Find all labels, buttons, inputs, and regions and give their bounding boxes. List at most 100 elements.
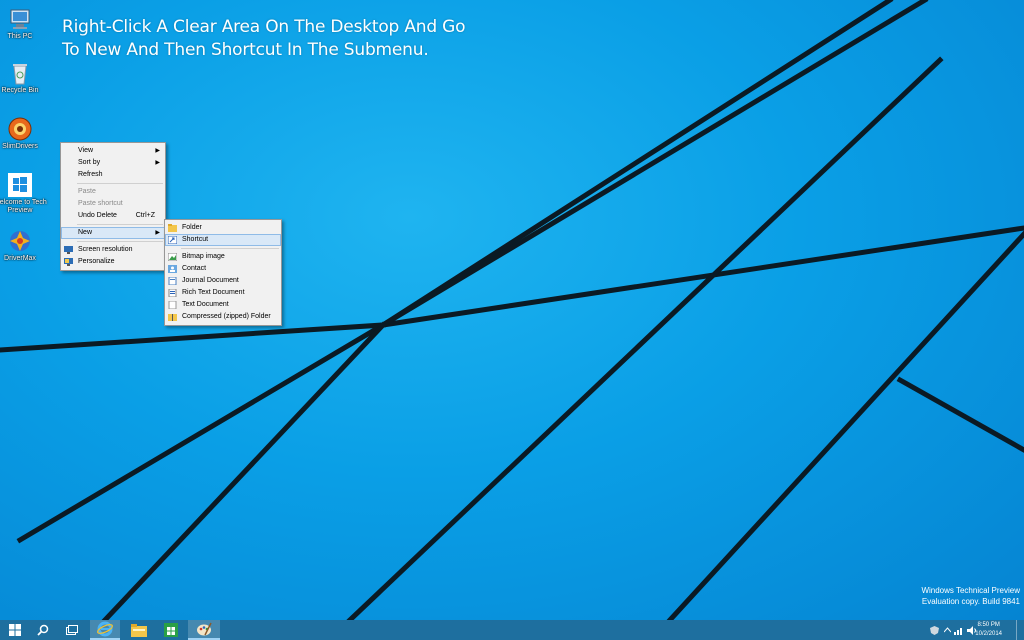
- desktop-icon-recycle-bin[interactable]: Recycle Bin: [0, 60, 48, 95]
- submenu-item-contact[interactable]: Contact: [165, 263, 281, 275]
- menu-item-label: Refresh: [78, 171, 103, 178]
- wallpaper-line: [896, 376, 1024, 453]
- submenu-arrow-icon: ▶: [155, 230, 160, 236]
- instruction-line-1: Right-Click A Clear Area On The Desktop …: [62, 17, 466, 37]
- rich-text-icon: [168, 288, 177, 298]
- desktop-icon-label: DriverMax: [4, 255, 36, 262]
- menu-item-label: Contact: [182, 265, 207, 272]
- monitor-icon: [64, 246, 73, 254]
- paint-icon: [197, 622, 212, 636]
- desktop-icon-slimdrivers[interactable]: SlimDrivers: [0, 116, 48, 151]
- store-icon: [164, 623, 178, 637]
- watermark-line-1: Windows Technical Preview: [921, 586, 1020, 595]
- desktop-icon-label: Recycle Bin: [1, 87, 39, 94]
- windows-start-icon: [9, 624, 21, 636]
- taskbar-store-button[interactable]: [156, 620, 186, 640]
- menu-item-label: Folder: [182, 224, 202, 231]
- clock-date: 10/2/2014: [975, 631, 1002, 637]
- menu-separator: [77, 241, 163, 242]
- menu-item-label: Rich Text Document: [182, 289, 245, 296]
- desktop-icon-welcome[interactable]: Welcome to Tech Preview: [0, 172, 48, 215]
- menu-item-personalize[interactable]: Personalize: [61, 256, 165, 268]
- menu-item-label: Shortcut: [182, 236, 209, 243]
- menu-item-label: Bitmap image: [182, 253, 225, 260]
- menu-item-label: View: [78, 147, 94, 154]
- zip-folder-icon: [168, 313, 177, 321]
- chevron-up-icon: [943, 627, 951, 633]
- task-view-icon: [66, 625, 78, 635]
- menu-item-label: Personalize: [78, 258, 115, 265]
- file-explorer-icon: [131, 623, 147, 637]
- menu-separator: [181, 248, 279, 249]
- wallpaper-line: [346, 56, 944, 620]
- system-clock[interactable]: 8:50 PM 10/2/2014: [975, 621, 1002, 639]
- taskbar-file-explorer-button[interactable]: [124, 620, 154, 640]
- menu-item-label: Screen resolution: [78, 246, 133, 253]
- evaluation-watermark: Windows Technical Preview Evaluation cop…: [921, 585, 1020, 607]
- instruction-text: Right-Click A Clear Area On The Desktop …: [62, 16, 466, 62]
- menu-item-paste: Paste: [61, 186, 165, 198]
- desktop[interactable]: Right-Click A Clear Area On The Desktop …: [0, 0, 1024, 620]
- menu-item-screen-resolution[interactable]: Screen resolution: [61, 244, 165, 256]
- clock-time: 8:50 PM: [977, 622, 1000, 628]
- new-submenu: Folder Shortcut Bitmap image Contact Jou…: [164, 219, 282, 326]
- submenu-arrow-icon: ▶: [155, 160, 160, 166]
- submenu-item-journal[interactable]: Journal Document: [165, 275, 281, 287]
- instruction-line-2: To New And Then Shortcut In The Submenu.: [62, 40, 429, 60]
- menu-separator: [77, 183, 163, 184]
- shield-icon: [929, 625, 939, 635]
- menu-item-undo-delete[interactable]: Undo Delete Ctrl+Z: [61, 210, 165, 222]
- internet-explorer-icon: [97, 621, 113, 637]
- menu-item-label: Text Document: [182, 301, 229, 308]
- computer-icon: [7, 6, 33, 32]
- submenu-arrow-icon: ▶: [155, 148, 160, 154]
- submenu-item-bitmap[interactable]: Bitmap image: [165, 251, 281, 263]
- task-view-button[interactable]: [60, 620, 84, 640]
- menu-item-view[interactable]: View ▶: [61, 145, 165, 157]
- desktop-icon-drivermax[interactable]: DriverMax: [0, 228, 48, 263]
- menu-separator: [77, 224, 163, 225]
- menu-item-label: Sort by: [78, 159, 101, 166]
- menu-item-label: Compressed (zipped) Folder: [182, 313, 271, 320]
- menu-item-label: New: [78, 229, 93, 236]
- wallpaper-line: [16, 321, 387, 544]
- menu-item-sort-by[interactable]: Sort by ▶: [61, 157, 165, 169]
- tray-network-button[interactable]: [953, 620, 965, 640]
- submenu-item-folder[interactable]: Folder: [165, 222, 281, 234]
- tray-show-hidden-button[interactable]: [942, 620, 952, 640]
- taskbar: 8:50 PM 10/2/2014: [0, 620, 1024, 640]
- taskbar-paint-button[interactable]: [188, 620, 220, 640]
- recycle-bin-icon: [7, 60, 33, 86]
- menu-item-label: Undo Delete: [78, 212, 117, 219]
- desktop-icon-label: This PC: [7, 33, 33, 40]
- search-button[interactable]: [32, 620, 54, 640]
- taskbar-ie-button[interactable]: [90, 620, 120, 640]
- menu-item-label: Paste: [78, 188, 96, 195]
- watermark-line-2: Evaluation copy. Build 9841: [921, 597, 1020, 606]
- menu-item-new[interactable]: New ▶: [61, 227, 165, 239]
- desktop-icon-this-pc[interactable]: This PC: [0, 6, 48, 41]
- keyboard-shortcut: Ctrl+Z: [135, 212, 155, 219]
- start-button[interactable]: [0, 620, 30, 640]
- menu-item-refresh[interactable]: Refresh: [61, 169, 165, 181]
- slimdrivers-icon: [7, 116, 33, 142]
- desktop-context-menu: View ▶ Sort by ▶ Refresh Paste Paste short…: [60, 142, 166, 271]
- bitmap-icon: [167, 252, 178, 262]
- network-icon: [954, 627, 962, 635]
- tray-defender-button[interactable]: [928, 620, 940, 640]
- show-desktop-button[interactable]: [1016, 620, 1024, 640]
- shortcut-icon: [167, 235, 178, 245]
- wallpaper-lines: [0, 0, 1024, 620]
- menu-item-label: Paste shortcut: [78, 200, 123, 207]
- text-document-icon: [168, 300, 177, 310]
- windows-logo-icon: [7, 172, 33, 198]
- wallpaper-line: [101, 321, 387, 620]
- menu-item-label: Journal Document: [182, 277, 239, 284]
- desktop-icon-label: Welcome to Tech Preview: [0, 199, 47, 214]
- submenu-item-shortcut[interactable]: Shortcut: [165, 234, 281, 246]
- personalize-icon: [64, 258, 73, 266]
- submenu-item-rtf[interactable]: Rich Text Document: [165, 287, 281, 299]
- wallpaper-line: [666, 230, 1024, 620]
- submenu-item-text[interactable]: Text Document: [165, 299, 281, 311]
- submenu-item-zip[interactable]: Compressed (zipped) Folder: [165, 311, 281, 323]
